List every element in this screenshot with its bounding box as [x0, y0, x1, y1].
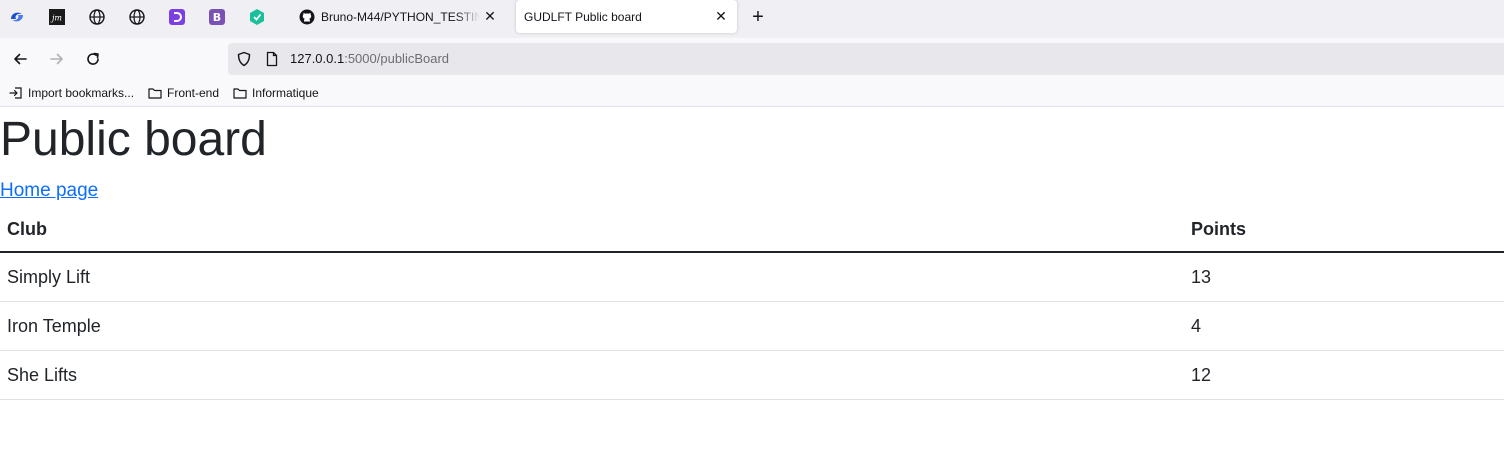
pinned-tab-3[interactable] — [83, 5, 111, 29]
club-points-cell: 13 — [1184, 252, 1504, 302]
forward-button[interactable] — [44, 46, 70, 72]
pinned-tab-6[interactable]: B — [203, 5, 231, 29]
jm-icon: jm — [49, 9, 65, 25]
tab-title: Bruno-M44/PYTHON_TESTING a — [321, 9, 480, 24]
reload-icon — [87, 52, 99, 65]
pinned-tab-7[interactable] — [243, 5, 271, 29]
github-icon — [299, 9, 315, 24]
close-tab-icon[interactable]: ✕ — [711, 7, 731, 27]
table-header-row: Club Points — [0, 207, 1504, 253]
url-host: 127.0.0.1 — [290, 51, 345, 66]
svg-text:B: B — [213, 11, 221, 24]
page-title: Public board — [0, 113, 267, 166]
bookmark-folder-informatique[interactable]: Informatique — [233, 84, 319, 101]
club-name-cell: Iron Temple — [0, 301, 1184, 351]
url-text[interactable]: 127.0.0.1:5000/publicBoard — [290, 51, 449, 67]
bootstrap-icon: B — [209, 9, 225, 25]
purple-d-icon — [169, 9, 185, 25]
forward-arrow-icon — [50, 53, 63, 65]
pinned-tab-5[interactable] — [163, 5, 191, 29]
club-points-cell: 4 — [1184, 301, 1504, 351]
tracking-protection-shield-icon[interactable] — [236, 51, 252, 67]
bookmarks-toolbar: Import bookmarks... Front-end Informatiq… — [0, 79, 1504, 107]
url-path: :5000/publicBoard — [344, 51, 450, 66]
pinned-tab-2[interactable]: jm — [43, 5, 71, 29]
club-name-cell: She Lifts — [0, 350, 1184, 400]
tab-github[interactable]: Bruno-M44/PYTHON_TESTING a ✕ — [292, 0, 506, 33]
reload-button[interactable] — [80, 46, 106, 72]
close-tab-icon[interactable]: ✕ — [480, 7, 500, 27]
table-row: Iron Temple 4 — [0, 301, 1504, 351]
tab-strip: jm B Bruno-M44/PYTHON_TESTING ✕ GUDLFT P… — [0, 0, 1504, 38]
table-row: She Lifts 12 — [0, 350, 1504, 400]
folder-icon — [233, 87, 247, 99]
back-button[interactable] — [7, 46, 33, 72]
green-shield-icon — [250, 9, 264, 25]
globe-icon — [129, 9, 145, 25]
bookmark-label: Informatique — [252, 85, 319, 100]
navigation-toolbar: 127.0.0.1:5000/publicBoard — [0, 38, 1504, 79]
pinned-tab-4[interactable] — [123, 5, 151, 29]
pinned-tab-1[interactable] — [3, 5, 31, 29]
column-header-club: Club — [0, 207, 1184, 253]
bookmark-label: Import bookmarks... — [28, 85, 135, 100]
club-points-cell: 12 — [1184, 350, 1504, 400]
column-header-points: Points — [1184, 207, 1504, 253]
new-tab-plus-icon[interactable]: + — [746, 5, 770, 29]
import-icon — [9, 86, 22, 99]
public-board-table: Club Points Simply Lift 13 Iron Temple 4… — [0, 207, 1504, 400]
back-arrow-icon — [14, 53, 27, 65]
svg-text:jm: jm — [50, 14, 62, 23]
globe-icon — [89, 9, 105, 25]
bookmark-label: Front-end — [167, 85, 220, 100]
tab-public-board[interactable]: GUDLFT Public board ✕ — [516, 0, 737, 33]
club-name-cell: Simply Lift — [0, 252, 1184, 302]
bookmark-folder-front-end[interactable]: Front-end — [148, 84, 219, 101]
page-info-icon[interactable] — [264, 51, 280, 67]
folder-icon — [148, 87, 162, 99]
bookmark-import[interactable]: Import bookmarks... — [9, 84, 134, 101]
address-bar[interactable]: 127.0.0.1:5000/publicBoard — [228, 43, 1504, 75]
table-row: Simply Lift 13 — [0, 252, 1504, 302]
home-page-link[interactable]: Home page — [0, 179, 98, 203]
tab-title: GUDLFT Public board — [524, 9, 642, 24]
blue-swirl-icon — [11, 12, 23, 22]
